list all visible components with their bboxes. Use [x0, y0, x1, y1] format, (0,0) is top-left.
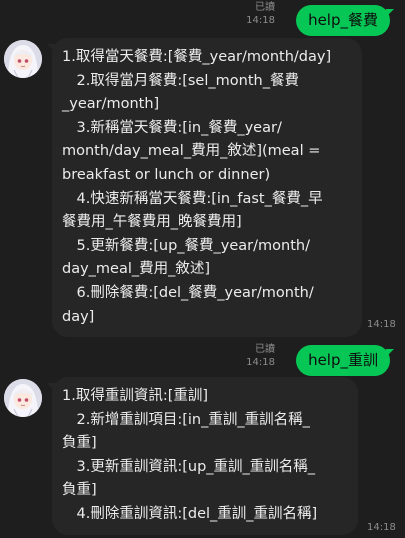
message-line: 2.取得當月餐費:[sel_month_餐費 [62, 72, 299, 89]
message-line: 6.刪除餐費:[del_餐費_year/month/ [62, 284, 314, 301]
sent-message-text: help_重訓 [308, 351, 378, 369]
sent-meta: 已讀 14:18 [235, 343, 275, 369]
received-message-bubble[interactable]: 1.取得當天餐費:[餐費_year/month/day] 2.取得當月餐費:[s… [47, 38, 362, 338]
chat-window: 已讀 14:18 help_餐費 1.取得當天餐費:[餐費_year/month… [0, 0, 405, 538]
anime-girl-avatar-icon [4, 379, 42, 417]
message-time: 14:18 [246, 357, 275, 368]
message-line: 2.新增重訓項目:[in_重訓_重訓名稱_ [62, 411, 310, 428]
sent-meta: 已讀 14:18 [235, 1, 275, 27]
message-line: month/day_meal_費用_敘述](meal = [62, 143, 321, 160]
avatar[interactable] [4, 40, 42, 78]
avatar[interactable] [4, 379, 42, 417]
message-line: 負重] [62, 435, 97, 452]
message-line: 餐費用_午餐費用_晚餐費用] [62, 214, 242, 231]
message-line: 4.快速新稱當天餐費:[in_fast_餐費_早 [62, 190, 323, 207]
anime-girl-avatar-icon [4, 40, 42, 78]
sent-message-bubble[interactable]: help_重訓 [296, 345, 394, 376]
message-line: day] [62, 308, 95, 325]
message-time: 14:18 [367, 522, 396, 533]
message-line: 3.更新重訓資訊:[up_重訓_重訓名稱_ [62, 458, 316, 475]
message-time: 14:18 [246, 15, 275, 26]
message-line: 4.刪除重訓資訊:[del_重訓_重訓名稱] [62, 505, 318, 522]
message-line: 1.取得重訓資訊:[重訓] [62, 388, 209, 404]
read-receipt: 已讀 [255, 344, 275, 355]
message-line: _year/month] [62, 96, 160, 113]
message-line: day_meal_費用_敘述] [62, 261, 211, 278]
message-line: 3.新稱當天餐費:[in_餐費_year/ [62, 119, 282, 136]
sent-message-bubble[interactable]: help_餐費 [296, 5, 394, 36]
message-line: breakfast or lunch or dinner) [62, 166, 271, 183]
message-time: 14:18 [367, 319, 396, 330]
message-line: 5.更新餐費:[up_餐費_year/month/ [62, 237, 310, 254]
sent-message-text: help_餐費 [308, 11, 378, 29]
message-line: 負重] [62, 482, 97, 499]
received-message-bubble[interactable]: 1.取得重訓資訊:[重訓] 2.新增重訓項目:[in_重訓_重訓名稱_ 負重] … [47, 377, 358, 535]
message-line: 1.取得當天餐費:[餐費_year/month/day] [62, 49, 332, 65]
read-receipt: 已讀 [255, 2, 275, 13]
